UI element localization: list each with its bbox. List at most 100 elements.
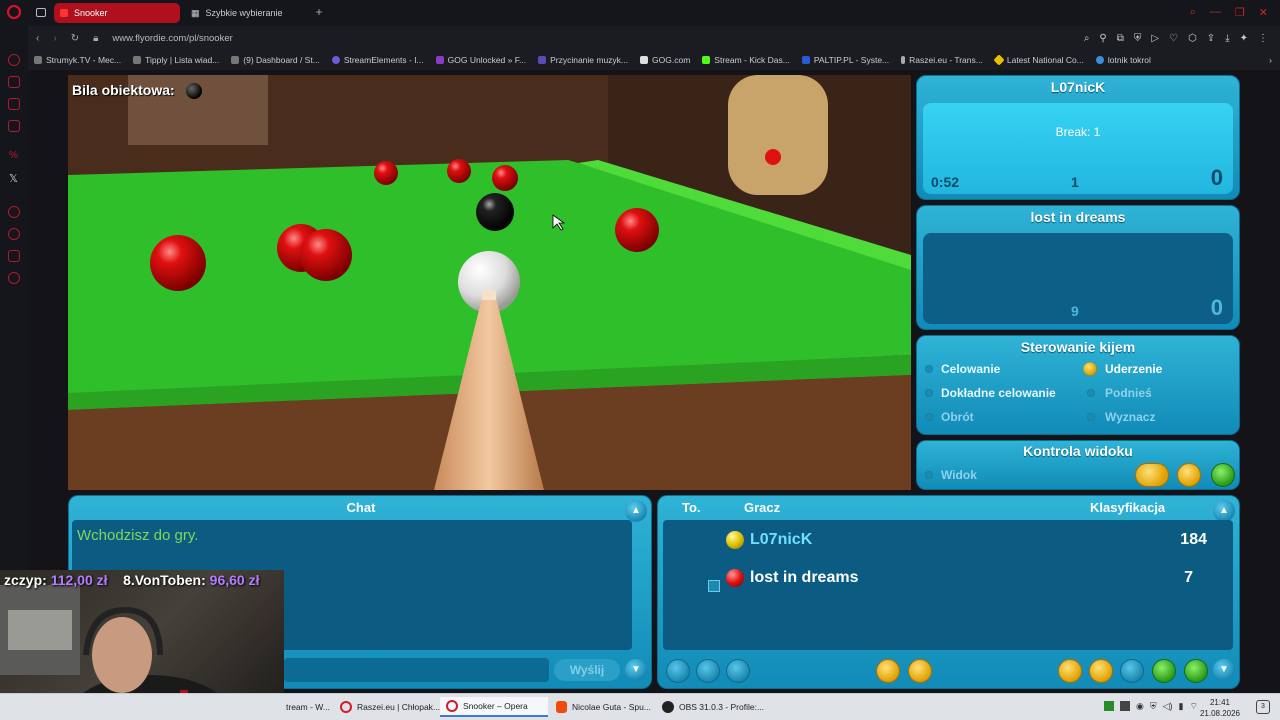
bookmark-11[interactable]: lotnik tokrol bbox=[1090, 55, 1157, 65]
opera-logo-icon[interactable] bbox=[7, 5, 21, 19]
settings-icon[interactable] bbox=[8, 272, 20, 284]
aria-icon[interactable] bbox=[8, 76, 20, 88]
reset-view-button[interactable] bbox=[1211, 463, 1235, 487]
chat-collapse-button[interactable]: ▲ bbox=[625, 500, 647, 522]
option-fine-aiming[interactable]: Dokładne celowanie bbox=[925, 386, 1056, 400]
back-icon[interactable]: ‹ bbox=[36, 33, 39, 44]
bookmark-10[interactable]: Latest National Co... bbox=[989, 54, 1090, 66]
tray-app-icon[interactable] bbox=[1104, 701, 1114, 711]
taskbar-label: OBS 31.0.3 - Profile:... bbox=[679, 702, 765, 712]
invite-button[interactable] bbox=[666, 659, 690, 683]
bookmark-label: PALTIP.PL - Syste... bbox=[813, 55, 890, 65]
help-button[interactable] bbox=[1152, 659, 1176, 683]
taskbar-item-stream[interactable]: tream - W... bbox=[280, 697, 336, 717]
taskbar-item-raszei[interactable]: Raszei.eu | Chłopak... bbox=[334, 697, 446, 717]
tray-app-icon[interactable] bbox=[1120, 701, 1130, 711]
radio-icon bbox=[925, 365, 933, 373]
maximize-icon[interactable]: ❐ bbox=[1235, 6, 1245, 19]
pan-view-button[interactable] bbox=[1177, 463, 1201, 487]
minimize-icon[interactable]: — bbox=[1210, 6, 1221, 19]
chat-scroll-down-button[interactable]: ▼ bbox=[625, 659, 647, 681]
bookmark-label: Przycinanie muzyk... bbox=[550, 55, 629, 65]
option-strike[interactable]: Uderzenie bbox=[1083, 362, 1162, 376]
bookmark-9[interactable]: Raszei.eu - Trans... bbox=[895, 55, 989, 65]
sound-button[interactable] bbox=[908, 659, 932, 683]
chat-input[interactable] bbox=[284, 658, 549, 682]
pin-icon[interactable]: ⚲ bbox=[1099, 33, 1106, 44]
bookmark-label: (9) Dashboard / St... bbox=[243, 55, 320, 65]
x-icon[interactable]: 𝕏 bbox=[9, 172, 18, 185]
taskbar-item-snooker[interactable]: Snooker – Opera bbox=[440, 697, 548, 717]
zoom-view-button[interactable] bbox=[1135, 463, 1169, 487]
download-icon[interactable]: ⤓ bbox=[1225, 33, 1229, 44]
url-input[interactable]: www.flyordie.com/pl/snooker bbox=[112, 33, 232, 44]
zoom-icon[interactable]: ⌕ bbox=[1084, 33, 1090, 44]
bookmark-favicon-icon bbox=[993, 54, 1005, 66]
snooker-table-view[interactable] bbox=[68, 75, 911, 490]
option-aiming[interactable]: Celowanie bbox=[925, 362, 1000, 376]
chat-bubble-button[interactable] bbox=[1120, 659, 1144, 683]
taskbar-clock[interactable]: 21:41 21.08.2026 bbox=[1200, 697, 1240, 719]
bookmark-7[interactable]: Stream - Kick Das... bbox=[696, 55, 796, 65]
taskbar-item-obs[interactable]: OBS 31.0.3 - Profile:... bbox=[656, 697, 770, 717]
notification-count: 3 bbox=[1261, 703, 1265, 710]
instagram-icon[interactable] bbox=[8, 120, 20, 132]
heart-icon[interactable]: ♡ bbox=[1169, 33, 1178, 44]
extensions-icon[interactable]: ⬡ bbox=[1188, 33, 1197, 44]
forward-icon[interactable]: › bbox=[53, 33, 56, 44]
bookmarks-more-icon[interactable]: › bbox=[1269, 55, 1272, 65]
tab-list-icon[interactable] bbox=[36, 8, 46, 17]
ai-icon[interactable]: ✦ bbox=[1240, 33, 1248, 44]
volume-icon[interactable]: ◁) bbox=[1163, 701, 1173, 712]
tray-shield-icon[interactable]: ⛨ bbox=[1150, 701, 1157, 712]
taskbar-item-brave[interactable]: Nicolae Guta - Spu... bbox=[550, 697, 657, 717]
option-view[interactable]: Widok bbox=[925, 468, 977, 482]
player-row[interactable]: lost in dreams 7 bbox=[663, 566, 1233, 592]
bookmark-6[interactable]: GOG.com bbox=[634, 55, 696, 65]
chat-send-button[interactable]: Wyślij bbox=[554, 659, 620, 681]
percent-icon[interactable]: % bbox=[9, 150, 18, 161]
snapshot-icon[interactable]: ⧉ bbox=[1117, 33, 1124, 44]
break-label: Break: 1 bbox=[1055, 125, 1101, 139]
share-icon[interactable]: ⇪ bbox=[1207, 33, 1215, 44]
new-tab-button[interactable]: + bbox=[312, 5, 326, 19]
option-raise[interactable]: Podnieś bbox=[1087, 386, 1152, 400]
bookmark-favicon-icon bbox=[435, 56, 444, 64]
downloads-icon[interactable] bbox=[8, 250, 20, 262]
menu-icon[interactable]: ⋮ bbox=[1258, 33, 1268, 44]
settings-gear-button[interactable] bbox=[876, 659, 900, 683]
profile-button[interactable] bbox=[696, 659, 720, 683]
search-tabs-icon[interactable]: ⌕ bbox=[1190, 6, 1196, 19]
history-icon[interactable] bbox=[8, 228, 20, 240]
tab-snooker[interactable]: Snooker bbox=[54, 3, 180, 23]
tray-chrome-icon[interactable]: ◉ bbox=[1136, 701, 1144, 712]
player-row[interactable]: L07nicK 184 bbox=[663, 528, 1233, 552]
bookmark-8[interactable]: PALTIP.PL - Syste... bbox=[796, 55, 895, 65]
close-icon[interactable]: ✕ bbox=[1259, 6, 1268, 19]
send-icon[interactable]: ▷ bbox=[1151, 33, 1159, 44]
tab-speed-dial[interactable]: ▦ Szybkie wybieranie bbox=[185, 3, 311, 23]
bookmark-4[interactable]: GOG Unlocked » F... bbox=[430, 55, 532, 65]
obs-icon bbox=[662, 701, 674, 713]
bookmark-2[interactable]: (9) Dashboard / St... bbox=[225, 55, 326, 65]
bookmark-3[interactable]: StreamElements - I... bbox=[326, 55, 430, 65]
microphone-icon[interactable]: ▮ bbox=[1179, 701, 1184, 712]
messenger-icon[interactable] bbox=[8, 98, 20, 110]
info-button[interactable] bbox=[726, 659, 750, 683]
bookmark-5[interactable]: Przycinanie muzyk... bbox=[532, 55, 634, 65]
wifi-icon[interactable]: ⌔ bbox=[1190, 701, 1198, 712]
list-scroll-down-button[interactable]: ▼ bbox=[1213, 659, 1235, 681]
exit-button[interactable] bbox=[1184, 659, 1208, 683]
player-icon[interactable] bbox=[8, 206, 20, 218]
notification-icon[interactable]: 3 bbox=[1256, 700, 1270, 714]
speed-dial-icon[interactable] bbox=[8, 54, 20, 66]
list-collapse-button[interactable]: ▲ bbox=[1213, 500, 1235, 522]
trophy-button[interactable] bbox=[1089, 659, 1113, 683]
option-rotate[interactable]: Obrót bbox=[925, 410, 974, 424]
bookmark-1[interactable]: Tipply | Lista wiad... bbox=[127, 55, 225, 65]
shield-icon[interactable]: ⛨ bbox=[1134, 33, 1142, 44]
new-game-button[interactable] bbox=[1058, 659, 1082, 683]
bookmark-0[interactable]: Strumyk.TV - Mec... bbox=[28, 55, 127, 65]
reload-icon[interactable]: ↻ bbox=[71, 33, 79, 44]
option-mark[interactable]: Wyznacz bbox=[1087, 410, 1155, 424]
